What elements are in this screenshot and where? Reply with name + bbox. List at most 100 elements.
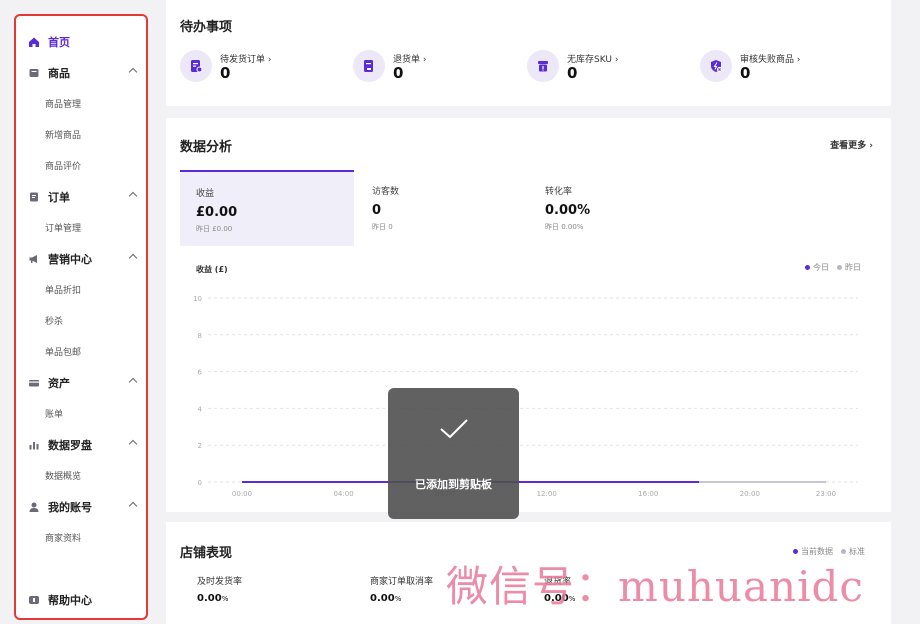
wallet-icon [28, 377, 40, 389]
sidebar-item-6[interactable]: 订单管理 [16, 212, 146, 243]
sidebar-item-15[interactable]: 我的账号 [16, 491, 146, 522]
y-tick-label: 2 [198, 442, 202, 450]
sidebar-item-label: 单品包邮 [45, 348, 82, 358]
shop-metric-value: 0.00% [370, 593, 402, 604]
todo-pending-shipment[interactable]: 待发货订单 0 [180, 50, 271, 82]
todo-label: 审核失败商品 [740, 52, 800, 65]
shop-metric-value: 0.00% [197, 593, 229, 604]
sidebar-item-label: 数据概览 [45, 472, 82, 482]
todo-label: 退货单 [393, 52, 426, 65]
sidebar-item-1[interactable]: 商品 [16, 57, 146, 88]
metric-value: £0.00 [196, 205, 238, 220]
metric-value: 0 [372, 203, 382, 218]
see-more-link[interactable]: 查看更多 [830, 138, 873, 151]
check-icon [440, 419, 468, 439]
metric-label: 访客数 [372, 187, 400, 197]
legend-dot [837, 265, 842, 270]
todo-out-of-stock[interactable]: 无库存SKU 0 [527, 50, 618, 82]
sidebar-item-label: 订单管理 [45, 224, 82, 234]
shop-metric-cancel-rate: 商家订单取消率 0.00% [370, 574, 433, 604]
todo-value: 0 [220, 63, 231, 82]
watermark-text: 微信号：muhuanidc [446, 562, 864, 611]
shipping-doc-icon [180, 50, 212, 82]
sidebar-item-12[interactable]: 账单 [16, 398, 146, 429]
sidebar-item-label: 商家资料 [45, 534, 82, 544]
review-failed-icon [700, 50, 732, 82]
sidebar-item-label: 秒杀 [45, 317, 64, 327]
chart-y-label: 收益 (£) [196, 265, 228, 274]
shop-metric-label: 商家订单取消率 [370, 577, 434, 587]
todo-review-failed[interactable]: 审核失败商品 0 [700, 50, 800, 82]
chevron-up-icon[interactable] [128, 501, 138, 511]
sidebar-item-11[interactable]: 资产 [16, 367, 146, 398]
metric-yesterday: 昨日 £0.00 [196, 225, 233, 233]
legend-label: 今日 [813, 263, 829, 272]
todo-returns[interactable]: 退货单 0 [353, 50, 426, 82]
chevron-up-icon[interactable] [128, 67, 138, 77]
sidebar-item-label: 帮助中心 [48, 594, 92, 607]
sidebar-item-2[interactable]: 商品管理 [16, 88, 146, 119]
y-tick-label: 8 [198, 332, 202, 340]
sidebar-item-label: 商品管理 [45, 100, 82, 110]
y-tick-label: 10 [193, 295, 202, 303]
sidebar-item-16[interactable]: 商家资料 [16, 522, 146, 553]
todo-label: 待发货订单 [220, 52, 271, 65]
sidebar-item-9[interactable]: 秒杀 [16, 305, 146, 336]
legend-item-today[interactable]: 今日 [805, 262, 829, 273]
sidebar-item-3[interactable]: 新增商品 [16, 119, 146, 150]
chevron-up-icon[interactable] [128, 253, 138, 263]
chevron-up-icon[interactable] [128, 439, 138, 449]
metric-tab-visitors[interactable]: 访客数 0 昨日 0 [356, 170, 530, 246]
sidebar-item-label: 单品折扣 [45, 286, 82, 296]
sidebar-item-label: 数据罗盘 [48, 438, 92, 452]
megaphone-icon [28, 253, 40, 265]
bar-chart-icon [28, 439, 40, 451]
toast-message: 已添加到剪贴板 [415, 478, 492, 491]
y-tick-label: 0 [198, 479, 202, 487]
sidebar-item-label: 账单 [45, 410, 64, 420]
todo-value: 0 [393, 63, 404, 82]
metric-value: 0.00% [545, 203, 591, 218]
x-tick-label: 04:00 [333, 490, 353, 498]
x-tick-label: 23:00 [816, 490, 836, 498]
x-tick-label: 12:00 [537, 490, 557, 498]
user-icon [28, 501, 40, 513]
sidebar-item-label: 订单 [48, 190, 70, 204]
sidebar-item-7[interactable]: 营销中心 [16, 243, 146, 274]
todo-label: 无库存SKU [567, 52, 618, 65]
sidebar-item-14[interactable]: 数据概览 [16, 460, 146, 491]
sidebar-item-10[interactable]: 单品包邮 [16, 336, 146, 367]
sidebar-item-label: 我的账号 [48, 500, 92, 514]
sidebar: 首页商品商品管理新增商品商品评价订单订单管理营销中心单品折扣秒杀单品包邮资产账单… [14, 14, 148, 620]
out-of-stock-icon [527, 50, 559, 82]
sidebar-item-4[interactable]: 商品评价 [16, 150, 146, 181]
order-icon [28, 191, 40, 203]
return-doc-icon [353, 50, 385, 82]
sidebar-item-0[interactable]: 首页 [16, 26, 146, 57]
sidebar-item-5[interactable]: 订单 [16, 181, 146, 212]
sidebar-item-13[interactable]: 数据罗盘 [16, 429, 146, 460]
legend-item-yesterday[interactable]: 昨日 [837, 262, 861, 273]
metric-tab-conversion[interactable]: 转化率 0.00% 昨日 0.00% [529, 170, 703, 246]
sidebar-item-8[interactable]: 单品折扣 [16, 274, 146, 305]
x-tick-label: 16:00 [638, 490, 658, 498]
help-icon [28, 594, 40, 606]
sidebar-item-label: 商品 [48, 66, 70, 80]
shop-title: 店铺表现 [180, 546, 233, 561]
legend-dot [805, 265, 810, 270]
metric-tab-revenue[interactable]: 收益 £0.00 昨日 £0.00 [180, 170, 354, 246]
x-tick-label: 00:00 [232, 490, 252, 498]
sidebar-item-help[interactable]: 帮助中心 [16, 586, 146, 614]
x-tick-label: 20:00 [740, 490, 760, 498]
todo-card: 待办事项 待发货订单 0 退货单 0 无库存SKU 0 审核 [166, 0, 891, 106]
todo-value: 0 [740, 63, 751, 82]
sidebar-item-label: 商品评价 [45, 162, 82, 172]
chevron-up-icon[interactable] [128, 191, 138, 201]
sidebar-item-label: 营销中心 [48, 252, 92, 266]
sidebar-item-label: 新增商品 [45, 131, 82, 141]
chevron-up-icon[interactable] [128, 377, 138, 387]
product-icon [28, 67, 40, 79]
revenue-line-chart: 108642000:0004:0008:0012:0016:0020:0023:… [193, 295, 858, 498]
sidebar-item-label: 资产 [48, 376, 70, 390]
metric-label: 转化率 [545, 187, 573, 197]
